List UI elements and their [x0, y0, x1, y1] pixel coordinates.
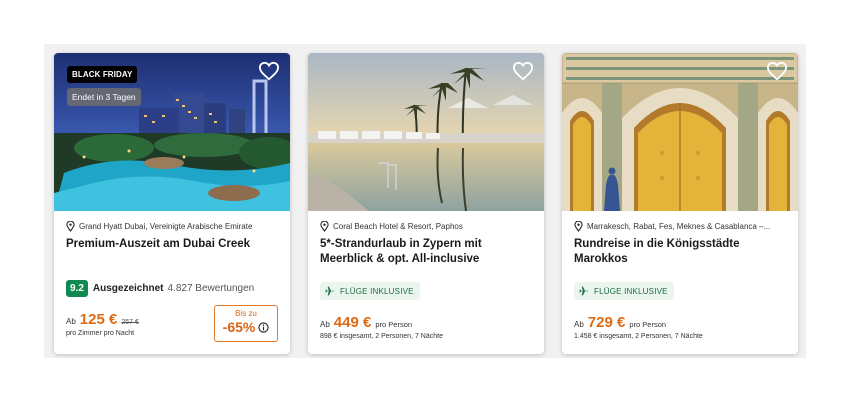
price-prefix: Ab	[320, 320, 330, 329]
favorite-heart-icon[interactable]	[512, 61, 534, 81]
rating-score-badge: 9.2	[66, 280, 88, 297]
price-amount: 125 €	[79, 311, 118, 328]
price-per: pro Person	[629, 320, 667, 329]
offer-image[interactable]	[308, 53, 544, 211]
offer-card-morocco[interactable]: Marrakesch, Rabat, Fes, Meknes & Casabla…	[562, 53, 798, 354]
favorite-heart-icon[interactable]	[766, 61, 788, 81]
favorite-heart-icon[interactable]	[258, 61, 280, 81]
offer-title[interactable]: 5*-Strandurlaub in Zypern mit Meerblick …	[320, 237, 532, 267]
offer-title[interactable]: Rundreise in die Königsstädte Marokkos	[574, 237, 786, 267]
offer-image[interactable]: BLACK FRIDAY Endet in 3 Tagen	[54, 53, 290, 211]
flights-included-text: FLÜGE INKLUSIVE	[340, 286, 414, 296]
rating-label: Ausgezeichnet	[92, 283, 164, 294]
review-count: 4.827 Bewertungen	[167, 283, 255, 294]
price-row: Ab 125 € 257 €	[66, 311, 139, 328]
discount-value: -65%	[222, 319, 256, 335]
location-text: Coral Beach Hotel & Resort, Paphos	[333, 222, 463, 231]
rating-row: 9.2 Ausgezeichnet 4.827 Bewertungen	[66, 280, 254, 297]
location-text: Marrakesch, Rabat, Fes, Meknes & Casabla…	[587, 222, 771, 231]
airplane-icon	[579, 286, 589, 296]
old-price: 257 €	[121, 319, 139, 326]
price-amount: 729 €	[587, 314, 626, 331]
location-text: Grand Hyatt Dubai, Vereinigte Arabische …	[79, 222, 253, 231]
offer-title[interactable]: Premium-Auszeit am Dubai Creek	[66, 237, 278, 252]
flights-included-badge: FLÜGE INKLUSIVE	[320, 282, 420, 300]
offer-image[interactable]	[562, 53, 798, 211]
price-subtext: 1.458 € insgesamt, 2 Personen, 7 Nächte	[574, 333, 703, 340]
price-subtext: 898 € insgesamt, 2 Personen, 7 Nächte	[320, 333, 443, 340]
location-pin-icon	[66, 221, 75, 232]
price-row: Ab 729 € pro Person	[574, 314, 666, 331]
location-line: Coral Beach Hotel & Resort, Paphos	[320, 221, 532, 232]
location-pin-icon	[320, 221, 329, 232]
location-pin-icon	[574, 221, 583, 232]
location-line: Marrakesch, Rabat, Fes, Meknes & Casabla…	[574, 221, 786, 232]
flights-included-badge: FLÜGE INKLUSIVE	[574, 282, 674, 300]
info-icon[interactable]	[258, 321, 269, 333]
black-friday-badge: BLACK FRIDAY	[67, 66, 138, 83]
price-subtext: pro Zimmer pro Nacht	[66, 330, 135, 337]
price-row: Ab 449 € pro Person	[320, 314, 412, 331]
discount-label: Bis zu	[235, 309, 257, 318]
price-prefix: Ab	[574, 320, 584, 329]
price-prefix: Ab	[66, 317, 76, 326]
location-line: Grand Hyatt Dubai, Vereinigte Arabische …	[66, 221, 278, 232]
airplane-icon	[325, 286, 335, 296]
discount-box[interactable]: Bis zu -65%	[214, 305, 278, 342]
offer-card-dubai[interactable]: BLACK FRIDAY Endet in 3 Tagen Grand Hyat…	[54, 53, 290, 354]
offer-card-cyprus[interactable]: Coral Beach Hotel & Resort, Paphos 5*-St…	[308, 53, 544, 354]
price-amount: 449 €	[333, 314, 372, 331]
ends-in-badge: Endet in 3 Tagen	[67, 88, 141, 106]
flights-included-text: FLÜGE INKLUSIVE	[594, 286, 668, 296]
price-per: pro Person	[375, 320, 413, 329]
